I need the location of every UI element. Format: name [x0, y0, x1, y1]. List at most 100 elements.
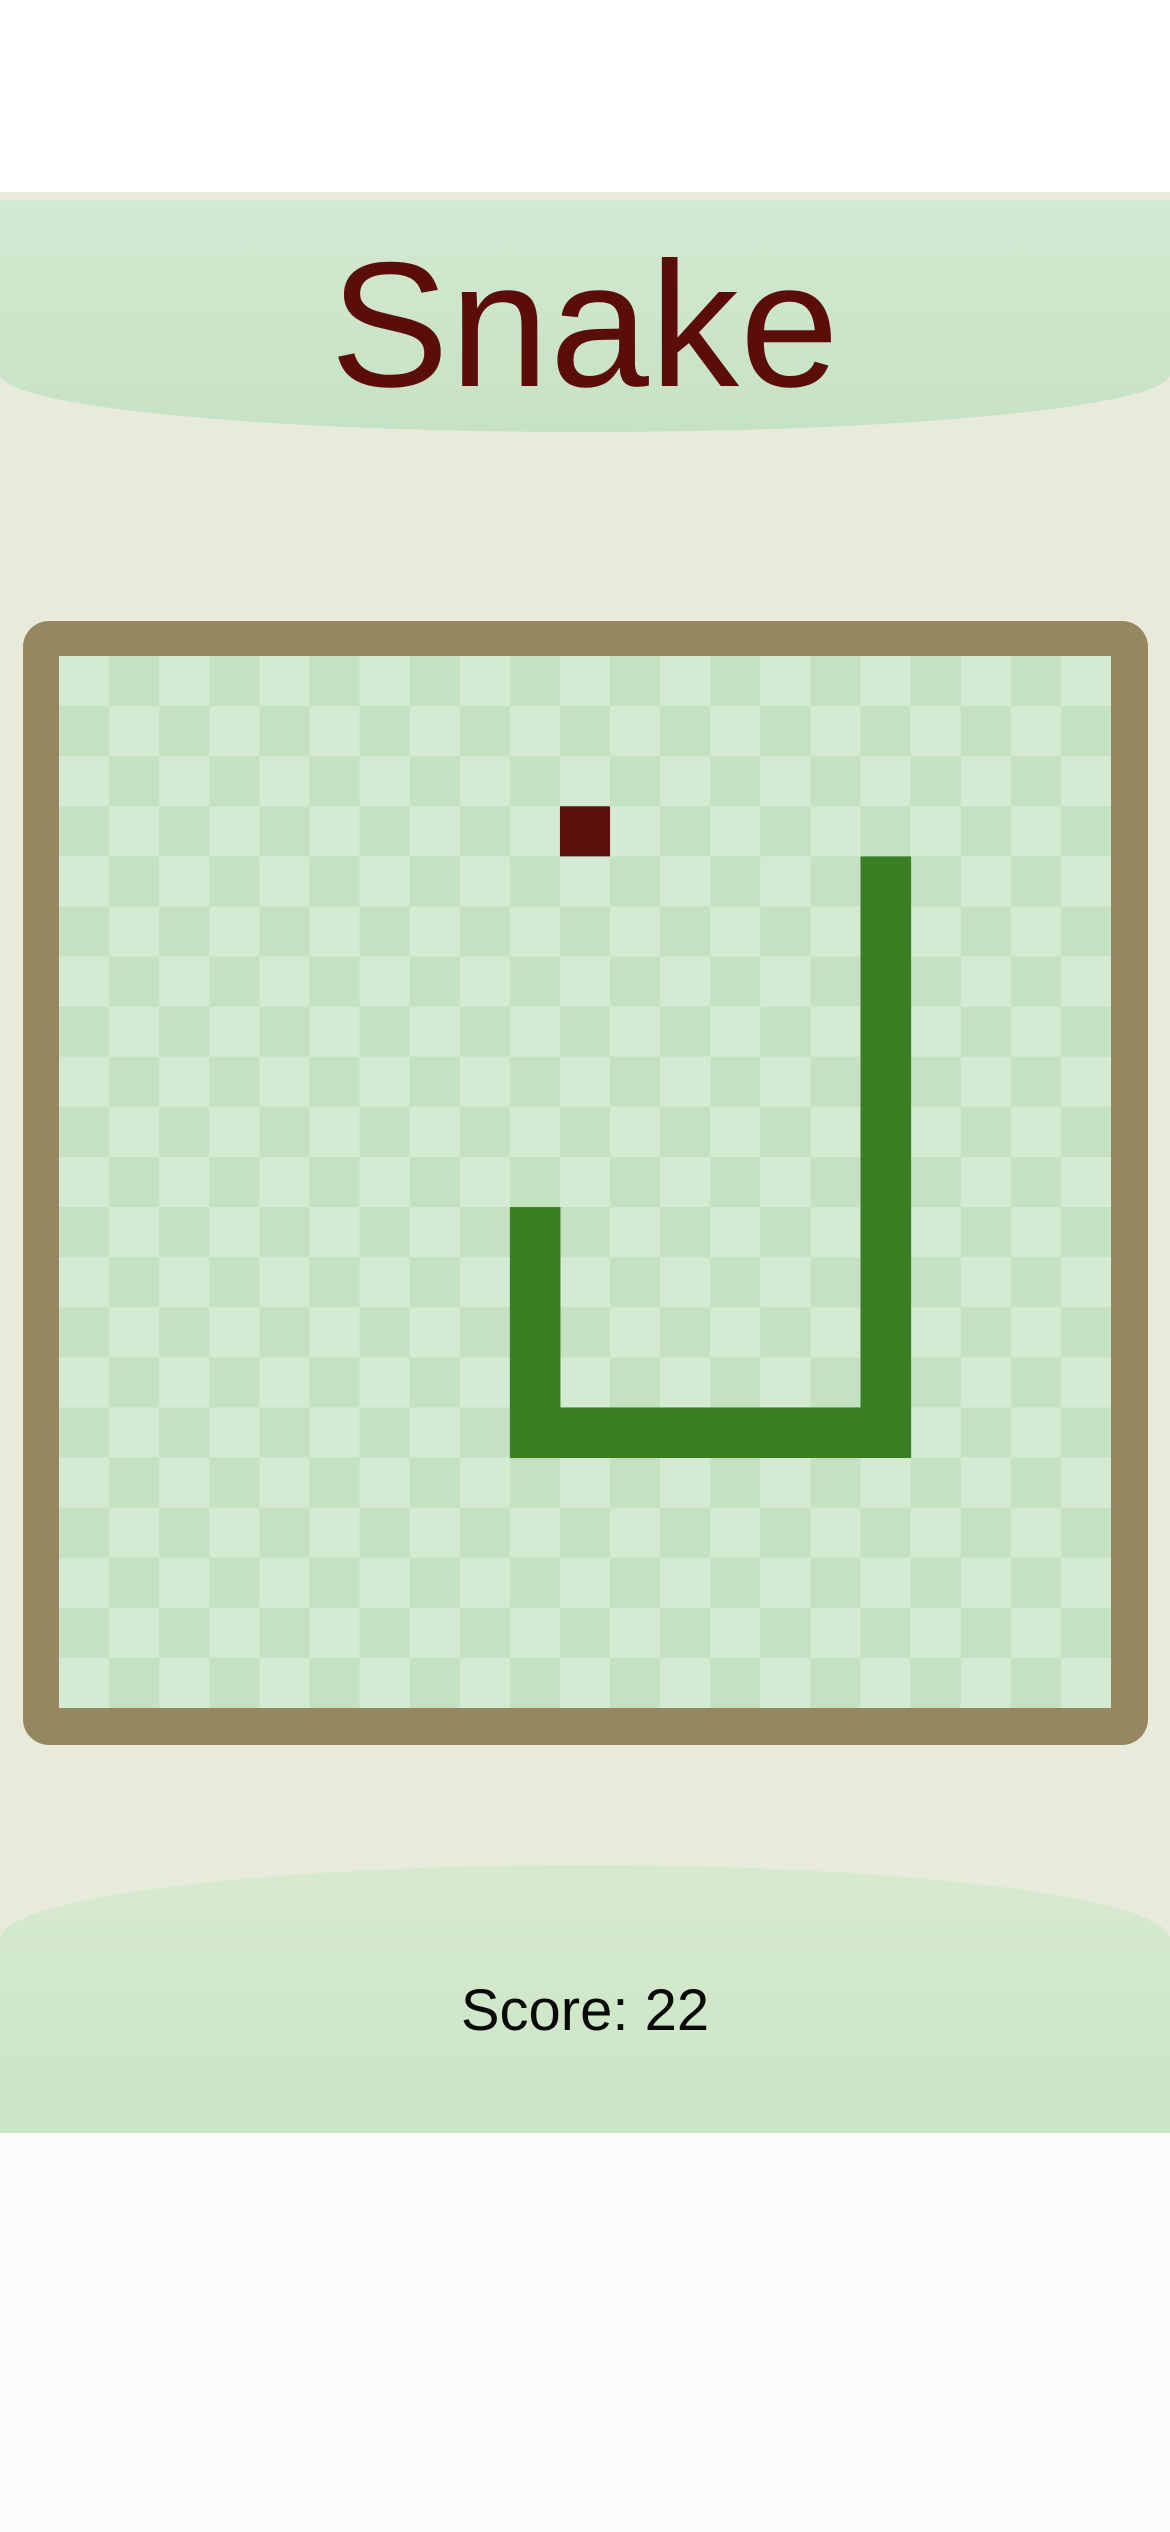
board-tile — [810, 1156, 862, 1208]
board-tile — [1060, 1106, 1111, 1158]
board-tile — [359, 1457, 411, 1509]
board-tile — [760, 706, 811, 757]
board-tile — [1010, 1657, 1062, 1708]
board-tile — [459, 1056, 511, 1108]
game-board[interactable] — [59, 656, 1111, 1708]
board-tile — [459, 1257, 511, 1308]
board-tile — [1010, 856, 1062, 907]
board-tile — [359, 706, 411, 757]
board-tile — [59, 806, 110, 857]
board-tile — [860, 706, 912, 757]
board-tile — [559, 1156, 611, 1208]
board-tile — [359, 1357, 411, 1408]
board-tile — [359, 1257, 411, 1308]
snake-segment — [509, 1257, 561, 1308]
board-tile — [1010, 956, 1062, 1008]
board-tile — [309, 656, 361, 707]
board-tile — [259, 856, 310, 907]
board-tile — [259, 756, 310, 807]
board-tile — [760, 1156, 811, 1208]
board-tile — [109, 1557, 160, 1609]
board-tile — [660, 1607, 711, 1659]
board-tile — [159, 1106, 210, 1158]
board-tile — [1060, 1307, 1111, 1358]
board-tile — [860, 1457, 912, 1509]
board-tile — [459, 1507, 511, 1559]
board-tile — [910, 1106, 962, 1158]
board-tile — [710, 1106, 761, 1158]
board-tile — [509, 1106, 561, 1158]
snake-segment — [509, 1207, 561, 1258]
board-tile — [610, 1557, 661, 1609]
board-tile — [559, 1507, 611, 1559]
snake-segment — [860, 1307, 912, 1358]
board-tile — [960, 1207, 1012, 1258]
board-tile — [209, 1207, 260, 1258]
board-tile — [359, 1507, 411, 1559]
board-tile — [209, 1006, 260, 1058]
board-tile — [1060, 1607, 1111, 1659]
board-tile — [409, 656, 461, 707]
board-tile — [59, 1307, 110, 1358]
board-tile — [610, 1257, 661, 1308]
board-tile — [810, 1257, 862, 1308]
board-tile — [259, 1457, 310, 1509]
board-tile — [710, 1006, 761, 1058]
board-tile — [259, 1156, 310, 1208]
snake-segment — [860, 1156, 912, 1208]
board-tile — [760, 1657, 811, 1708]
board-tile — [409, 1457, 461, 1509]
snake-segment — [660, 1407, 711, 1459]
board-tile — [409, 706, 461, 757]
board-tile — [159, 1006, 210, 1058]
board-tile — [159, 756, 210, 807]
board-tile — [559, 656, 611, 707]
board-tile — [409, 1307, 461, 1358]
board-tile — [760, 1607, 811, 1659]
board-tile — [159, 1607, 210, 1659]
board-tile — [459, 706, 511, 757]
board-tile — [960, 756, 1012, 807]
board-tile — [610, 1357, 661, 1408]
board-tile — [559, 956, 611, 1008]
board-tile — [209, 1407, 260, 1459]
board-tile — [1010, 1156, 1062, 1208]
board-tile — [309, 956, 361, 1008]
board-tile — [910, 1307, 962, 1358]
board-tile — [910, 1657, 962, 1708]
board-tile — [710, 756, 761, 807]
board-tile — [109, 1407, 160, 1459]
board-tile — [109, 1106, 160, 1158]
board-tile — [59, 1557, 110, 1609]
board-tile — [359, 1557, 411, 1609]
board-tile — [1060, 756, 1111, 807]
board-tile — [409, 756, 461, 807]
board-canvas[interactable] — [59, 656, 1111, 1708]
board-tile — [910, 1257, 962, 1308]
board-tile — [710, 706, 761, 757]
board-tile — [509, 1056, 561, 1108]
snake-segment — [860, 1006, 912, 1058]
board-tile — [459, 856, 511, 907]
board-tile — [960, 656, 1012, 707]
board-tile — [209, 1307, 260, 1358]
board-tile — [159, 1657, 210, 1708]
board-tile — [610, 1457, 661, 1509]
board-tile — [960, 1407, 1012, 1459]
board-tile — [159, 906, 210, 958]
board-tile — [660, 1557, 711, 1609]
board-tile — [910, 706, 962, 757]
board-tile — [559, 1106, 611, 1158]
board-tile — [309, 1006, 361, 1058]
board-tile — [610, 1657, 661, 1708]
score-display: Score: 22 — [460, 1978, 710, 2043]
board-tile — [960, 1457, 1012, 1509]
board-tile — [259, 1407, 310, 1459]
board-tile — [810, 1657, 862, 1708]
board-tile — [359, 1607, 411, 1659]
board-tile — [209, 1357, 260, 1408]
board-tile — [159, 1407, 210, 1459]
board-tile — [59, 1257, 110, 1308]
board-tile — [59, 1457, 110, 1509]
board-tile — [910, 906, 962, 958]
